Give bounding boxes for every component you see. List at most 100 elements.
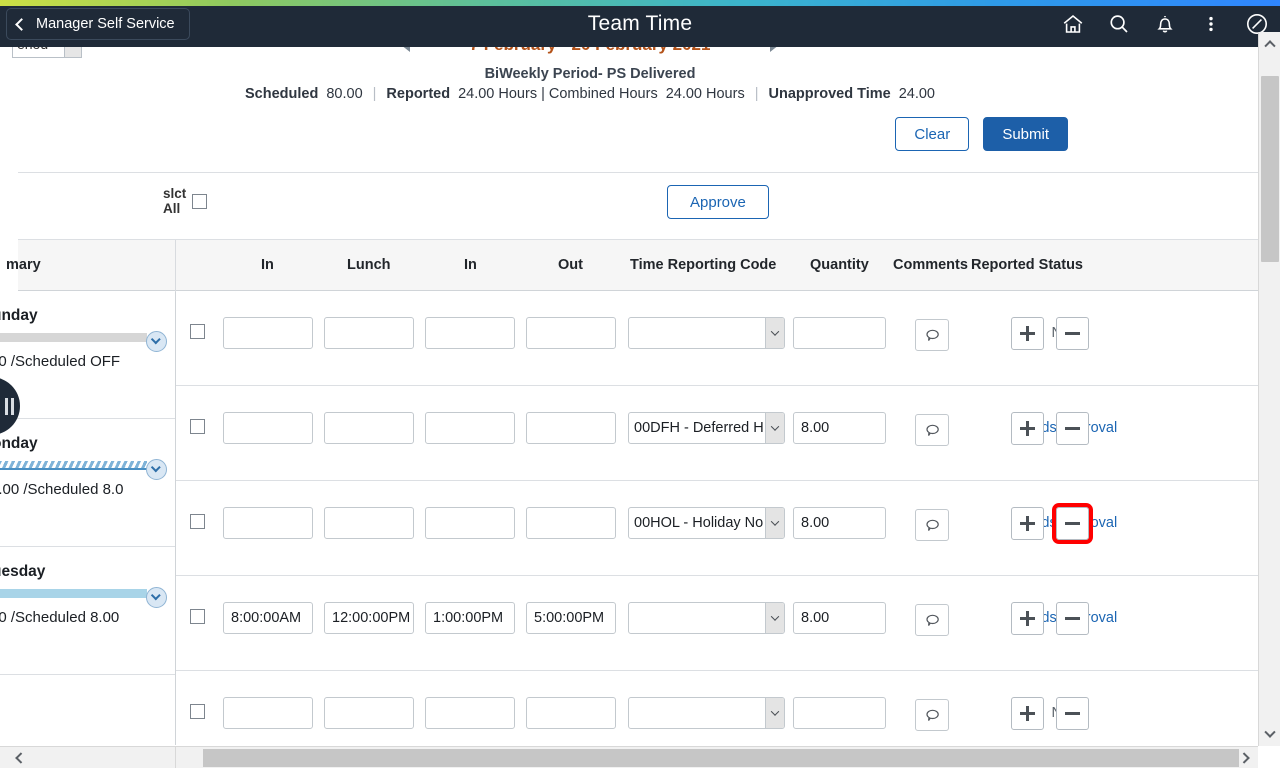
day-name: onday xyxy=(0,435,38,452)
day-expand-toggle[interactable] xyxy=(146,587,167,608)
brand-gradient-strip xyxy=(0,0,1280,6)
time-reporting-code-value xyxy=(629,603,765,633)
clear-button[interactable]: Clear xyxy=(895,117,970,151)
day-hours-summary: 00 /Scheduled OFF xyxy=(0,353,121,370)
comments-button[interactable] xyxy=(915,414,949,446)
scroll-right-arrow-icon[interactable] xyxy=(1236,747,1258,768)
approve-button[interactable]: Approve xyxy=(667,185,769,219)
day-hours-summary: 00 /Scheduled 8.00 xyxy=(0,609,120,626)
vertical-scrollbar-thumb[interactable] xyxy=(1261,76,1279,262)
time-reporting-code-select[interactable]: 00HOL - Holiday No xyxy=(628,507,785,539)
speech-bubble-icon xyxy=(925,519,939,531)
lunch-out-field[interactable] xyxy=(324,507,414,539)
time-reporting-code-select[interactable] xyxy=(628,317,785,349)
day-expand-toggle[interactable] xyxy=(146,459,167,480)
pause-bars-icon xyxy=(5,397,14,415)
row-select-checkbox[interactable] xyxy=(190,419,205,434)
quantity-field[interactable] xyxy=(793,317,886,349)
add-row-button[interactable] xyxy=(1011,412,1044,445)
row-select-checkbox[interactable] xyxy=(190,704,205,719)
column-header-summary: mary xyxy=(6,257,41,273)
chevron-down-icon[interactable] xyxy=(765,413,784,443)
time-in-2-field[interactable] xyxy=(425,507,515,539)
lunch-out-field[interactable] xyxy=(324,412,414,444)
time-out-field[interactable] xyxy=(526,317,616,349)
horizontal-scrollbar[interactable] xyxy=(0,746,1258,768)
time-reporting-code-select[interactable] xyxy=(628,697,785,729)
time-out-field[interactable] xyxy=(526,697,616,729)
day-summary-card: uesday 00 /Scheduled 8.00 xyxy=(0,547,175,675)
remove-row-button[interactable] xyxy=(1052,503,1093,544)
time-in-2-field[interactable]: 1:00:00PM xyxy=(425,602,515,634)
scroll-left-arrow-icon[interactable] xyxy=(15,751,27,764)
quantity-field[interactable]: 8.00 xyxy=(793,507,886,539)
day-summary-card: unday 00 /Scheduled OFF xyxy=(0,291,175,419)
time-reporting-code-value: 00DFH - Deferred H xyxy=(634,420,764,436)
chevron-down-icon[interactable] xyxy=(765,318,784,348)
add-row-button[interactable] xyxy=(1011,602,1044,635)
row-select-checkbox[interactable] xyxy=(190,514,205,529)
time-reporting-code-select[interactable]: 00DFH - Deferred H xyxy=(628,412,785,444)
scroll-up-arrow-icon[interactable] xyxy=(1259,32,1280,54)
lunch-out-field[interactable]: 12:00:00PM xyxy=(324,602,414,634)
column-header-out: Out xyxy=(558,257,583,273)
select-all-group[interactable]: slct All xyxy=(163,186,208,216)
search-icon[interactable] xyxy=(1106,11,1132,37)
vertical-scrollbar[interactable] xyxy=(1258,32,1280,746)
time-reporting-code-select[interactable] xyxy=(628,602,785,634)
lunch-out-field[interactable] xyxy=(324,317,414,349)
select-all-checkbox[interactable] xyxy=(192,193,208,209)
column-header-in-1: In xyxy=(261,257,274,273)
row-select-checkbox[interactable] xyxy=(190,609,205,624)
totals-divider-2: | xyxy=(754,86,759,102)
horizontal-scrollbar-thumb[interactable] xyxy=(203,749,1239,767)
add-row-button[interactable] xyxy=(1011,507,1044,540)
rail-scroll-footer[interactable] xyxy=(0,746,176,768)
speech-bubble-icon xyxy=(925,329,939,341)
submit-button[interactable]: Submit xyxy=(983,117,1068,151)
chevron-down-icon[interactable] xyxy=(765,508,784,538)
chevron-down-icon xyxy=(150,462,161,473)
time-in-1-field[interactable] xyxy=(223,412,313,444)
scroll-down-arrow-icon[interactable] xyxy=(1259,724,1280,746)
time-in-1-field[interactable] xyxy=(223,697,313,729)
comments-button[interactable] xyxy=(915,319,949,351)
remove-row-button[interactable] xyxy=(1056,697,1089,730)
day-progress-bar xyxy=(0,333,147,342)
kebab-menu-icon[interactable] xyxy=(1198,11,1224,37)
time-out-field[interactable] xyxy=(526,412,616,444)
chevron-down-icon[interactable] xyxy=(765,698,784,728)
time-in-1-field[interactable]: 8:00:00AM xyxy=(223,602,313,634)
period-summary-band: eriod 7 February - 20 February 2021 BiWe… xyxy=(0,32,1258,164)
time-out-field[interactable]: 5:00:00PM xyxy=(526,602,616,634)
lunch-out-field[interactable] xyxy=(324,697,414,729)
timesheet-rows: New00DFH - Deferred H8.00Needs Approval0… xyxy=(176,291,1258,745)
timesheet-row: New xyxy=(176,291,1258,386)
day-expand-toggle[interactable] xyxy=(146,331,167,352)
comments-button[interactable] xyxy=(915,509,949,541)
add-row-button[interactable] xyxy=(1011,697,1044,730)
row-select-checkbox[interactable] xyxy=(190,324,205,339)
quantity-field[interactable] xyxy=(793,697,886,729)
remove-row-button[interactable] xyxy=(1056,317,1089,350)
day-hours-summary: 4.00 /Scheduled 8.0 xyxy=(0,481,124,498)
home-icon[interactable] xyxy=(1060,11,1086,37)
remove-row-button[interactable] xyxy=(1056,412,1089,445)
quantity-field[interactable]: 8.00 xyxy=(793,412,886,444)
time-in-2-field[interactable] xyxy=(425,697,515,729)
timesheet-row: New xyxy=(176,671,1258,745)
notifications-bell-icon[interactable] xyxy=(1152,11,1178,37)
time-in-2-field[interactable] xyxy=(425,317,515,349)
add-row-button[interactable] xyxy=(1011,317,1044,350)
remove-row-button[interactable] xyxy=(1056,602,1089,635)
time-in-2-field[interactable] xyxy=(425,412,515,444)
column-header-comments: Comments xyxy=(893,257,968,273)
time-reporting-code-value xyxy=(629,318,765,348)
comments-button[interactable] xyxy=(915,604,949,636)
time-out-field[interactable] xyxy=(526,507,616,539)
comments-button[interactable] xyxy=(915,699,949,731)
time-in-1-field[interactable] xyxy=(223,317,313,349)
time-in-1-field[interactable] xyxy=(223,507,313,539)
chevron-down-icon[interactable] xyxy=(765,603,784,633)
quantity-field[interactable]: 8.00 xyxy=(793,602,886,634)
